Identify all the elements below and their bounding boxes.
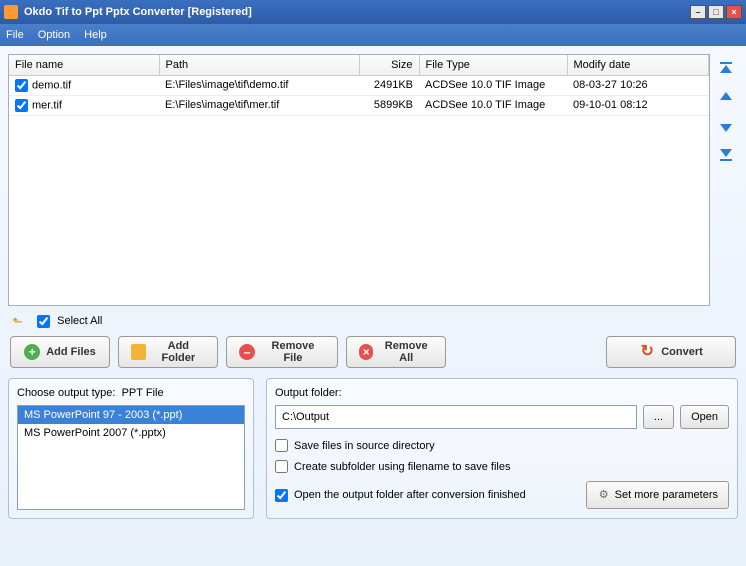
menu-help[interactable]: Help <box>84 29 107 41</box>
x-icon: × <box>359 344 373 360</box>
output-type-list[interactable]: MS PowerPoint 97 - 2003 (*.ppt)MS PowerP… <box>17 405 245 510</box>
output-type-option[interactable]: MS PowerPoint 2007 (*.pptx) <box>18 424 244 442</box>
add-folder-button[interactable]: Add Folder <box>118 336 218 368</box>
save-source-label: Save files in source directory <box>294 440 435 452</box>
move-top-icon[interactable] <box>716 60 736 80</box>
open-after-label: Open the output folder after conversion … <box>294 489 526 501</box>
convert-button[interactable]: ↻Convert <box>606 336 736 368</box>
minimize-button[interactable]: – <box>690 5 706 19</box>
folder-icon <box>131 344 146 360</box>
select-all-label: Select All <box>57 315 102 327</box>
output-type-panel: Choose output type: PPT File MS PowerPoi… <box>8 378 254 519</box>
gear-icon: ⚙ <box>597 488 611 502</box>
create-subfolder-checkbox[interactable] <box>275 460 288 473</box>
col-size[interactable]: Size <box>359 55 419 75</box>
convert-icon: ↻ <box>639 344 655 360</box>
output-folder-panel: Output folder: ... Open Save files in so… <box>266 378 738 519</box>
window-title: Okdo Tif to Ppt Pptx Converter [Register… <box>24 6 252 18</box>
plus-icon: + <box>24 344 40 360</box>
file-table[interactable]: File name Path Size File Type Modify dat… <box>8 54 710 306</box>
move-down-icon[interactable] <box>716 116 736 136</box>
browse-button[interactable]: ... <box>643 405 674 429</box>
row-checkbox[interactable] <box>15 79 28 92</box>
row-checkbox[interactable] <box>15 99 28 112</box>
output-type-option[interactable]: MS PowerPoint 97 - 2003 (*.ppt) <box>18 406 244 424</box>
create-subfolder-label: Create subfolder using filename to save … <box>294 461 510 473</box>
col-filename[interactable]: File name <box>9 55 159 75</box>
set-more-parameters-button[interactable]: ⚙Set more parameters <box>586 481 729 509</box>
select-all-checkbox[interactable]: Select All <box>37 315 102 327</box>
menu-file[interactable]: File <box>6 29 24 41</box>
add-files-button[interactable]: +Add Files <box>10 336 110 368</box>
output-folder-label: Output folder: <box>275 387 729 399</box>
up-level-icon[interactable]: ⬑ <box>12 314 26 328</box>
save-source-checkbox[interactable] <box>275 439 288 452</box>
col-filetype[interactable]: File Type <box>419 55 567 75</box>
remove-file-button[interactable]: –Remove File <box>226 336 338 368</box>
remove-all-button[interactable]: ×Remove All <box>346 336 446 368</box>
menu-option[interactable]: Option <box>38 29 70 41</box>
app-icon <box>4 5 18 19</box>
maximize-button[interactable]: □ <box>708 5 724 19</box>
move-up-icon[interactable] <box>716 88 736 108</box>
close-button[interactable]: × <box>726 5 742 19</box>
table-row[interactable]: mer.tifE:\Files\image\tif\mer.tif5899KBA… <box>9 95 709 115</box>
table-row[interactable]: demo.tifE:\Files\image\tif\demo.tif2491K… <box>9 75 709 95</box>
move-bottom-icon[interactable] <box>716 144 736 164</box>
reorder-arrows <box>710 54 738 306</box>
output-folder-input[interactable] <box>275 405 637 429</box>
open-after-checkbox[interactable] <box>275 489 288 502</box>
minus-icon: – <box>239 344 255 360</box>
col-modify[interactable]: Modify date <box>567 55 709 75</box>
menubar: File Option Help <box>0 24 746 46</box>
titlebar: Okdo Tif to Ppt Pptx Converter [Register… <box>0 0 746 24</box>
open-folder-button[interactable]: Open <box>680 405 729 429</box>
output-type-label: Choose output type: PPT File <box>17 387 245 399</box>
col-path[interactable]: Path <box>159 55 359 75</box>
